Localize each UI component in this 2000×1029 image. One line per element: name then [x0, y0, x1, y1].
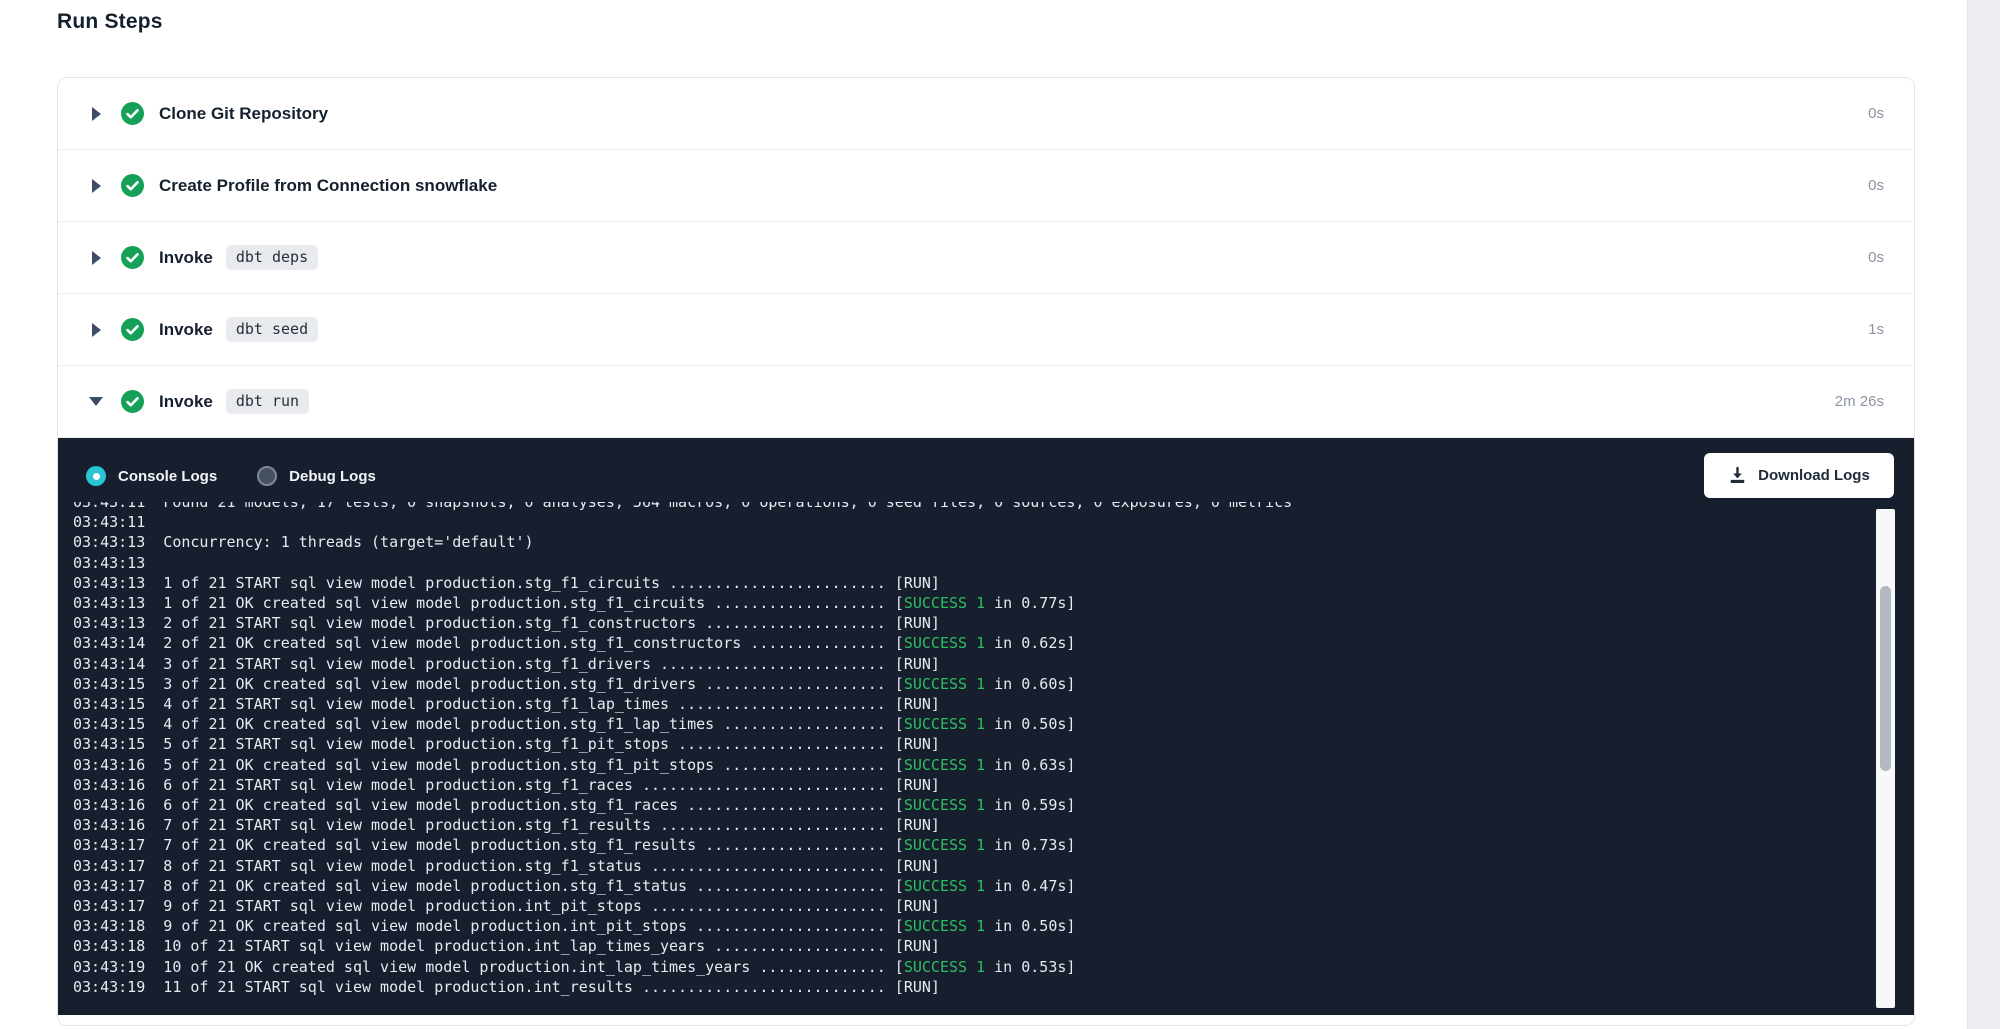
console-logs-label: Console Logs	[118, 468, 217, 485]
success-check-icon	[121, 174, 144, 197]
console-log: 03:43:11 Found 21 models, 17 tests, 0 sn…	[73, 502, 1914, 997]
log-line: 03:43:17 7 of 21 OK created sql view mod…	[73, 835, 1914, 855]
caret-down-icon[interactable]	[89, 397, 103, 406]
success-check-icon	[121, 246, 144, 269]
log-line: 03:43:18 9 of 21 OK created sql view mod…	[73, 916, 1914, 936]
caret-right-icon[interactable]	[89, 251, 103, 265]
step-label: Invoke	[159, 320, 213, 340]
step-duration: 1s	[1868, 321, 1884, 338]
log-line: 03:43:15 3 of 21 OK created sql view mod…	[73, 674, 1914, 694]
success-check-icon	[121, 102, 144, 125]
step-row[interactable]: Clone Git Repository 0s	[58, 78, 1914, 150]
step-command-badge: dbt seed	[226, 317, 318, 342]
log-line: 03:43:15 4 of 21 START sql view model pr…	[73, 694, 1914, 714]
step-duration: 0s	[1868, 105, 1884, 122]
log-line: 03:43:14 2 of 21 OK created sql view mod…	[73, 633, 1914, 653]
step-label: Invoke	[159, 392, 213, 412]
card-bottom-gap	[58, 1015, 1914, 1026]
log-line: 03:43:16 5 of 21 OK created sql view mod…	[73, 755, 1914, 775]
step-duration: 0s	[1868, 249, 1884, 266]
log-line: 03:43:15 4 of 21 OK created sql view mod…	[73, 714, 1914, 734]
console-scrollbar-thumb[interactable]	[1880, 586, 1891, 771]
log-line: 03:43:16 6 of 21 START sql view model pr…	[73, 775, 1914, 795]
debug-logs-radio[interactable]: Debug Logs	[257, 466, 376, 486]
log-line: 03:43:13 1 of 21 OK created sql view mod…	[73, 593, 1914, 613]
log-line: 03:43:13	[73, 553, 1914, 573]
log-line: 03:43:19 10 of 21 OK created sql view mo…	[73, 957, 1914, 977]
step-duration: 2m 26s	[1835, 393, 1884, 410]
step-row[interactable]: Create Profile from Connection snowflake…	[58, 150, 1914, 222]
radio-selected-icon[interactable]	[86, 466, 106, 486]
log-line: 03:43:17 8 of 21 START sql view model pr…	[73, 856, 1914, 876]
step-row[interactable]: Invoke dbt deps 0s	[58, 222, 1914, 294]
log-line: 03:43:17 8 of 21 OK created sql view mod…	[73, 876, 1914, 896]
download-logs-button[interactable]: Download Logs	[1704, 453, 1894, 498]
run-steps-card: Clone Git Repository0sCreate Profile fro…	[57, 77, 1915, 1026]
download-icon	[1728, 466, 1747, 485]
step-label: Create Profile from Connection snowflake	[159, 176, 497, 196]
step-row[interactable]: Invoke dbt seed 1s	[58, 294, 1914, 366]
log-line: 03:43:15 5 of 21 START sql view model pr…	[73, 734, 1914, 754]
log-line: 03:43:16 6 of 21 OK created sql view mod…	[73, 795, 1914, 815]
step-row[interactable]: Invoke dbt run 2m 26s	[58, 366, 1914, 438]
run-steps-page: Run Steps Clone Git Repository0sCreate P…	[0, 0, 2000, 1029]
caret-right-icon[interactable]	[89, 107, 103, 121]
log-line: 03:43:14 3 of 21 START sql view model pr…	[73, 654, 1914, 674]
log-line: 03:43:17 9 of 21 START sql view model pr…	[73, 896, 1914, 916]
success-check-icon	[121, 390, 144, 413]
console-header: Console Logs Debug Logs Download Logs	[58, 438, 1914, 502]
console-logs-radio[interactable]: Console Logs	[86, 466, 217, 486]
caret-right-icon[interactable]	[89, 179, 103, 193]
caret-right-icon[interactable]	[89, 323, 103, 337]
radio-unselected-icon[interactable]	[257, 466, 277, 486]
page-scrollbar-gutter	[1967, 0, 2000, 1029]
download-logs-label: Download Logs	[1758, 467, 1870, 484]
step-command-badge: dbt deps	[226, 245, 318, 270]
console-scrollbar[interactable]	[1876, 509, 1895, 1008]
step-command-badge: dbt run	[226, 389, 309, 414]
log-line: 03:43:13 1 of 21 START sql view model pr…	[73, 573, 1914, 593]
step-label: Invoke	[159, 248, 213, 268]
step-duration: 0s	[1868, 177, 1884, 194]
page-title: Run Steps	[57, 10, 163, 34]
steps-list: Clone Git Repository0sCreate Profile fro…	[58, 78, 1914, 438]
log-line: 03:43:19 11 of 21 START sql view model p…	[73, 977, 1914, 997]
success-check-icon	[121, 318, 144, 341]
log-line: 03:43:11 Found 21 models, 17 tests, 0 sn…	[73, 502, 1914, 512]
step-label: Clone Git Repository	[159, 104, 328, 124]
log-line: 03:43:13 2 of 21 START sql view model pr…	[73, 613, 1914, 633]
console-panel: Console Logs Debug Logs Download Logs 03	[58, 438, 1914, 1015]
log-line: 03:43:13 Concurrency: 1 threads (target=…	[73, 532, 1914, 552]
log-line: 03:43:16 7 of 21 START sql view model pr…	[73, 815, 1914, 835]
console-log-viewport[interactable]: 03:43:11 Found 21 models, 17 tests, 0 sn…	[58, 502, 1914, 1013]
debug-logs-label: Debug Logs	[289, 468, 376, 485]
log-line: 03:43:18 10 of 21 START sql view model p…	[73, 936, 1914, 956]
log-line: 03:43:11	[73, 512, 1914, 532]
